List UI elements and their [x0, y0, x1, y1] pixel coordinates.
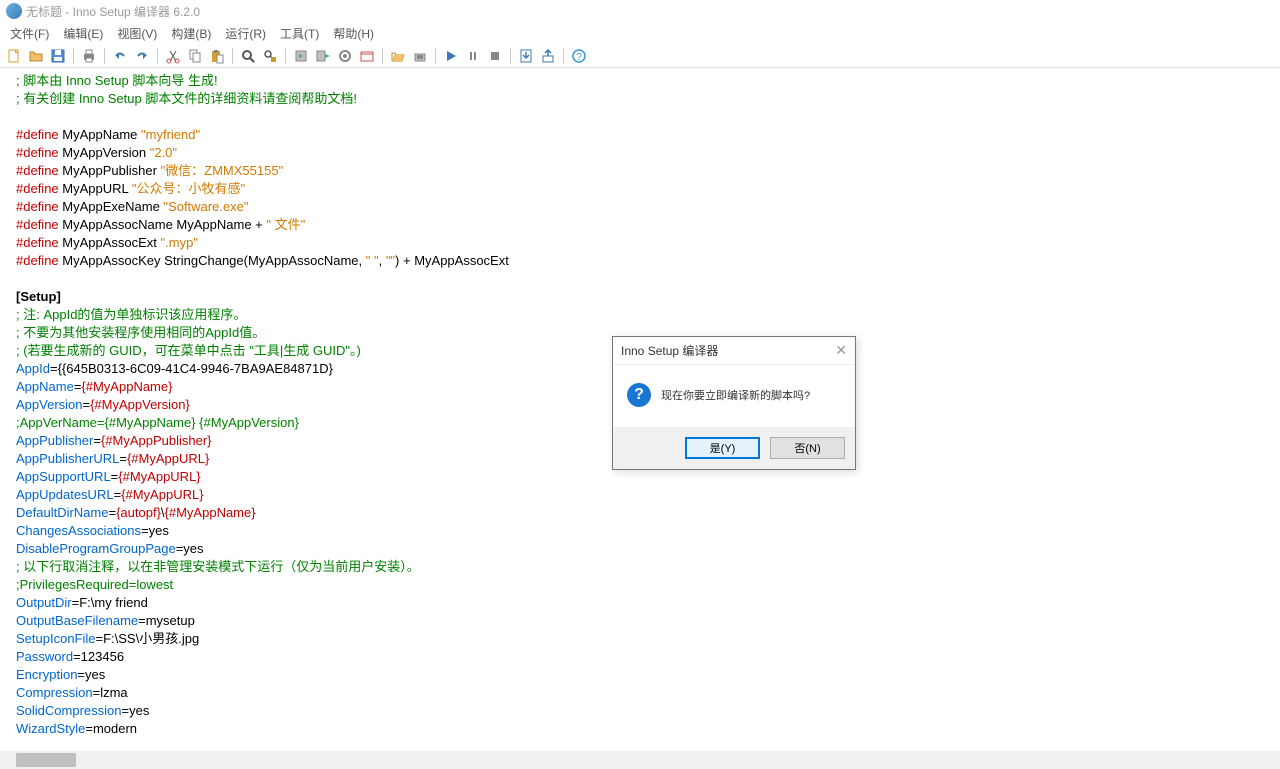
key: AppVersion	[16, 397, 83, 412]
directive: #define	[16, 163, 59, 178]
run-setup-icon[interactable]	[410, 46, 430, 66]
menu-tools[interactable]: 工具(T)	[274, 23, 325, 44]
key: AppPublisherURL	[16, 451, 119, 466]
toolbar-separator	[563, 48, 564, 64]
toolbar-separator	[382, 48, 383, 64]
step-over-icon[interactable]	[538, 46, 558, 66]
print-icon[interactable]	[79, 46, 99, 66]
pause-icon[interactable]	[463, 46, 483, 66]
dialog-body: ? 现在你要立即编译新的脚本吗?	[613, 365, 855, 427]
comment: ; 脚本由 Inno Setup 脚本向导 生成!	[16, 73, 218, 88]
cut-icon[interactable]	[163, 46, 183, 66]
key: AppName	[16, 379, 74, 394]
toolbar-separator	[510, 48, 511, 64]
menu-build[interactable]: 构建(B)	[165, 23, 217, 44]
toolbar-separator	[157, 48, 158, 64]
options-icon[interactable]	[335, 46, 355, 66]
section-header: [Setup]	[16, 289, 61, 304]
directive: #define	[16, 145, 59, 160]
menu-run[interactable]: 运行(R)	[219, 23, 272, 44]
comment: ; 注: AppId的值为单独标识该应用程序。	[16, 307, 246, 322]
menu-help[interactable]: 帮助(H)	[327, 23, 380, 44]
dialog-message: 现在你要立即编译新的脚本吗?	[661, 387, 810, 403]
key: DefaultDirName	[16, 505, 108, 520]
directive: #define	[16, 181, 59, 196]
yes-button[interactable]: 是(Y)	[685, 437, 760, 459]
redo-icon[interactable]	[132, 46, 152, 66]
undo-icon[interactable]	[110, 46, 130, 66]
find-icon[interactable]	[238, 46, 258, 66]
compile-run-icon[interactable]	[313, 46, 333, 66]
toolbar-separator	[435, 48, 436, 64]
toolbar-separator	[285, 48, 286, 64]
key: AppSupportURL	[16, 469, 111, 484]
key: ChangesAssociations	[16, 523, 141, 538]
svg-text:?: ?	[576, 52, 582, 63]
horizontal-scrollbar[interactable]	[0, 751, 1280, 769]
menu-file[interactable]: 文件(F)	[4, 23, 55, 44]
scrollbar-thumb[interactable]	[16, 753, 76, 767]
help-icon[interactable]: ?	[569, 46, 589, 66]
key: Password	[16, 649, 73, 664]
key: WizardStyle	[16, 721, 85, 736]
key: DisableProgramGroupPage	[16, 541, 176, 556]
open-folder-icon[interactable]	[388, 46, 408, 66]
dialog-titlebar: Inno Setup 编译器 ✕	[613, 337, 855, 365]
close-icon[interactable]: ✕	[835, 342, 847, 359]
directive: #define	[16, 127, 59, 142]
msgbox-icon[interactable]	[357, 46, 377, 66]
compile-icon[interactable]	[291, 46, 311, 66]
new-file-icon[interactable]	[4, 46, 24, 66]
toolbar-separator	[104, 48, 105, 64]
key: Compression	[16, 685, 93, 700]
key: OutputBaseFilename	[16, 613, 138, 628]
comment: ;AppVerName={#MyAppName} {#MyAppVersion}	[16, 415, 299, 430]
comment: ; 不要为其他安装程序使用相同的AppId值。	[16, 325, 265, 340]
key: Encryption	[16, 667, 77, 682]
no-button[interactable]: 否(N)	[770, 437, 845, 459]
question-icon: ?	[627, 383, 651, 407]
window-title: 无标题 - Inno Setup 编译器 6.2.0	[26, 3, 200, 20]
directive: #define	[16, 217, 59, 232]
key: AppId	[16, 361, 50, 376]
menu-edit[interactable]: 编辑(E)	[57, 23, 109, 44]
comment: ; (若要生成新的 GUID，可在菜单中点击 "工具|生成 GUID"。)	[16, 343, 361, 358]
key: SetupIconFile	[16, 631, 96, 646]
key: AppPublisher	[16, 433, 93, 448]
key: SolidCompression	[16, 703, 122, 718]
replace-icon[interactable]	[260, 46, 280, 66]
step-into-icon[interactable]	[516, 46, 536, 66]
menu-view[interactable]: 视图(V)	[111, 23, 163, 44]
comment: ;PrivilegesRequired=lowest	[16, 577, 173, 592]
dialog-buttons: 是(Y) 否(N)	[613, 427, 855, 469]
menu-bar: 文件(F) 编辑(E) 视图(V) 构建(B) 运行(R) 工具(T) 帮助(H…	[0, 22, 1280, 44]
title-bar: 无标题 - Inno Setup 编译器 6.2.0	[0, 0, 1280, 22]
directive: #define	[16, 253, 59, 268]
app-icon	[6, 3, 22, 19]
comment: ; 以下行取消注释，以在非管理安装模式下运行（仅为当前用户安装）。	[16, 559, 420, 574]
directive: #define	[16, 235, 59, 250]
paste-icon[interactable]	[207, 46, 227, 66]
copy-icon[interactable]	[185, 46, 205, 66]
key: OutputDir	[16, 595, 72, 610]
directive: #define	[16, 199, 59, 214]
save-file-icon[interactable]	[48, 46, 68, 66]
run-icon[interactable]	[441, 46, 461, 66]
toolbar-separator	[232, 48, 233, 64]
toolbar: ?	[0, 44, 1280, 68]
confirm-dialog: Inno Setup 编译器 ✕ ? 现在你要立即编译新的脚本吗? 是(Y) 否…	[612, 336, 856, 470]
comment: ; 有关创建 Inno Setup 脚本文件的详细资料请查阅帮助文档!	[16, 91, 357, 106]
toolbar-separator	[73, 48, 74, 64]
open-file-icon[interactable]	[26, 46, 46, 66]
dialog-title-text: Inno Setup 编译器	[621, 342, 718, 359]
key: AppUpdatesURL	[16, 487, 114, 502]
stop-icon[interactable]	[485, 46, 505, 66]
